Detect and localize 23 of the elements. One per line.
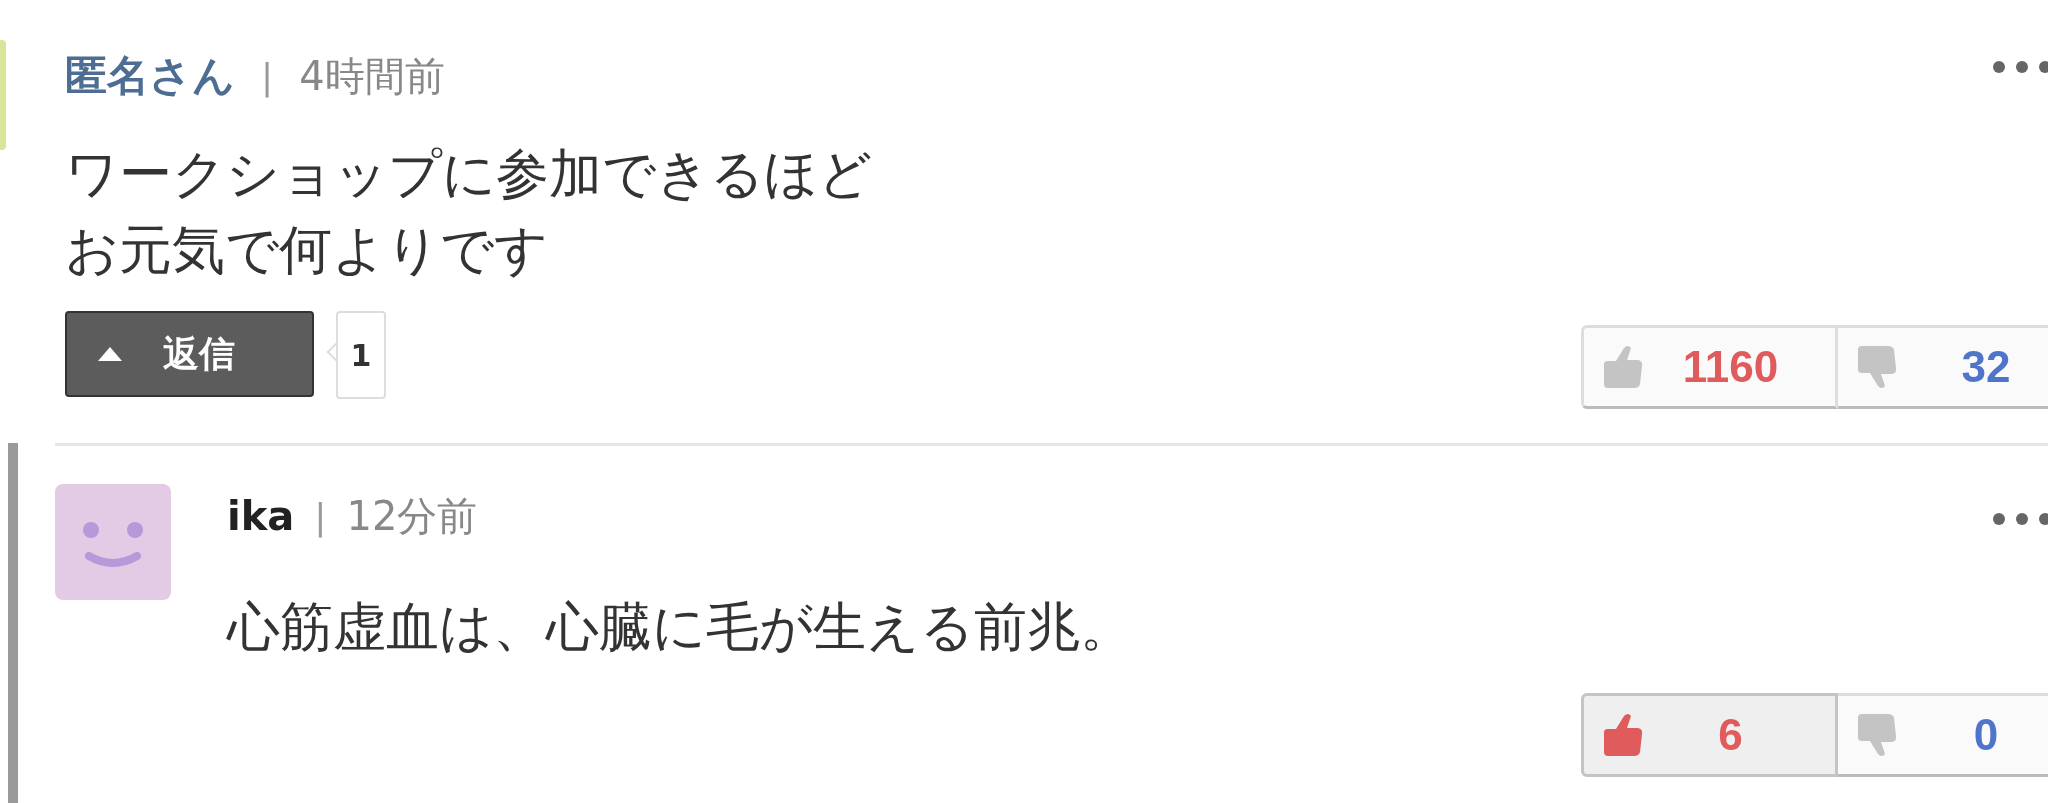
separator: |: [314, 495, 327, 537]
timestamp: 12分前: [346, 491, 478, 541]
reply-button[interactable]: 返信: [65, 311, 314, 397]
like-button[interactable]: 1160: [1581, 325, 1838, 409]
dislike-button[interactable]: 0: [1838, 693, 2048, 777]
more-icon[interactable]: [1992, 60, 2048, 74]
separator: |: [261, 55, 274, 97]
comment-text: 心筋虚血は、心臓に毛が生える前兆。: [227, 595, 1133, 659]
triangle-icon: [97, 346, 123, 362]
dislike-button[interactable]: 32: [1838, 325, 2048, 409]
author-name[interactable]: ika: [227, 493, 295, 539]
thumbs-up-icon: [1602, 344, 1644, 390]
avatar-icon: [55, 484, 171, 600]
thumbs-down-icon: [1856, 712, 1898, 758]
author-name[interactable]: 匿名さん: [65, 48, 235, 104]
thumbs-up-icon: [1602, 712, 1644, 758]
more-icon[interactable]: [1992, 512, 2048, 526]
reply-count: 1: [324, 311, 386, 399]
comment-text: ワークショップに参加できるほど: [65, 142, 872, 206]
timestamp: 4時間前: [299, 51, 445, 101]
thumbs-down-icon: [1856, 344, 1898, 390]
comment-text: お元気で何よりです: [65, 218, 548, 282]
like-button[interactable]: 6: [1581, 693, 1838, 777]
